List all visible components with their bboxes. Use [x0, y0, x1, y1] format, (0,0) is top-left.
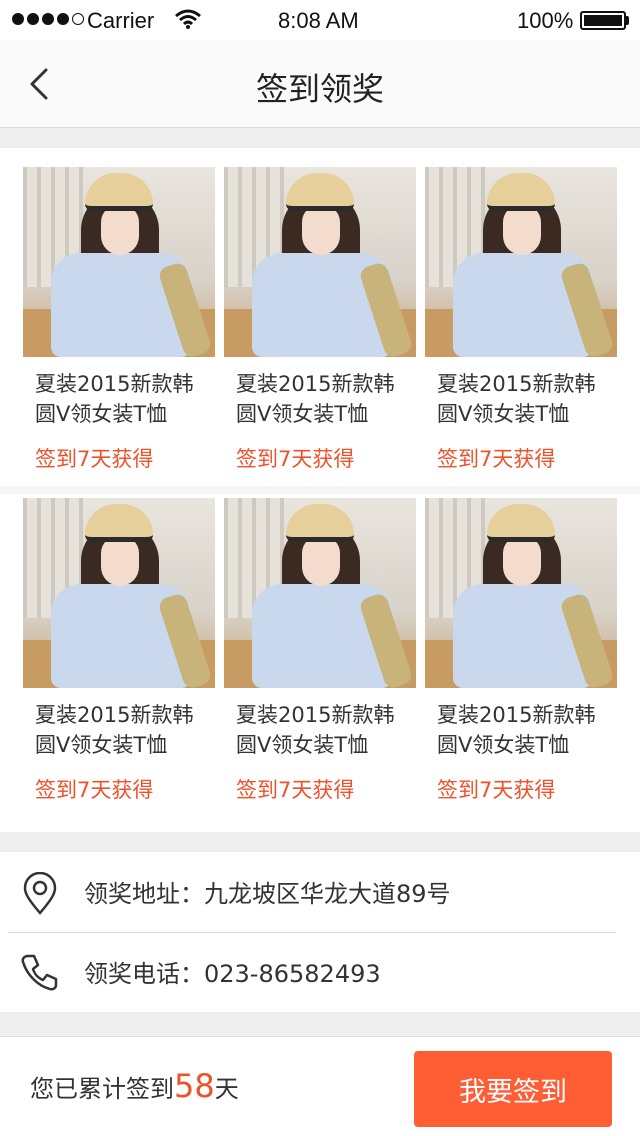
product-image[interactable]	[224, 498, 416, 688]
battery-percent: 100%	[517, 8, 574, 33]
product-image[interactable]	[425, 167, 617, 357]
signin-summary: 您已累计签到58天	[30, 1067, 239, 1105]
product-card[interactable]: 夏装2015新款韩圆V领女装T恤 签到7天获得	[23, 498, 215, 804]
product-reward: 签到7天获得	[236, 447, 355, 471]
product-reward: 签到7天获得	[35, 447, 154, 471]
battery-icon	[580, 11, 626, 30]
product-card[interactable]: 夏装2015新款韩圆V领女装T恤 签到7天获得	[425, 167, 617, 473]
nav-bar: 签到领奖	[0, 40, 640, 128]
signin-button[interactable]: 我要签到	[414, 1051, 612, 1127]
clock: 8:08 AM	[278, 8, 359, 33]
product-title: 夏装2015新款韩圆V领女装T恤	[35, 703, 194, 757]
product-title: 夏装2015新款韩圆V领女装T恤	[437, 703, 596, 757]
product-title: 夏装2015新款韩圆V领女装T恤	[236, 703, 395, 757]
battery-tip	[626, 16, 629, 25]
address-row: 领奖地址：九龙坡区华龙大道89号	[0, 852, 640, 932]
page-title: 签到领奖	[255, 70, 384, 108]
product-image[interactable]	[425, 498, 617, 688]
product-card[interactable]: 夏装2015新款韩圆V领女装T恤 签到7天获得	[224, 167, 416, 473]
signin-days-count: 58	[174, 1067, 215, 1105]
product-card[interactable]: 夏装2015新款韩圆V领女装T恤 签到7天获得	[425, 498, 617, 804]
product-title: 夏装2015新款韩圆V领女装T恤	[236, 372, 395, 426]
product-image[interactable]	[23, 498, 215, 688]
product-reward: 签到7天获得	[236, 778, 355, 802]
phone-text: 领奖电话：023-86582493	[84, 960, 381, 988]
product-reward: 签到7天获得	[437, 447, 556, 471]
row-divider	[0, 486, 640, 494]
signal-dots-icon	[12, 13, 84, 25]
product-grid: 夏装2015新款韩圆V领女装T恤 签到7天获得 夏装2015新款韩圆V领女装T恤…	[0, 148, 640, 832]
phone-icon	[20, 952, 60, 992]
bottom-bar: 您已累计签到58天 我要签到	[0, 1036, 640, 1136]
summary-prefix: 您已累计签到	[30, 1075, 174, 1103]
prize-info: 领奖地址：九龙坡区华龙大道89号 领奖电话：023-86582493	[0, 852, 640, 1012]
product-reward: 签到7天获得	[35, 778, 154, 802]
status-bar: Carrier 8:08 AM 100%	[0, 0, 640, 40]
product-title: 夏装2015新款韩圆V领女装T恤	[35, 372, 194, 426]
wifi-icon	[174, 8, 202, 36]
carrier-label: Carrier	[87, 8, 155, 33]
product-reward: 签到7天获得	[437, 778, 556, 802]
location-pin-icon	[20, 871, 60, 915]
summary-suffix: 天	[214, 1075, 239, 1103]
product-image[interactable]	[23, 167, 215, 357]
product-card[interactable]: 夏装2015新款韩圆V领女装T恤 签到7天获得	[23, 167, 215, 473]
product-image[interactable]	[224, 167, 416, 357]
phone-row[interactable]: 领奖电话：023-86582493	[0, 932, 640, 1012]
address-text: 领奖地址：九龙坡区华龙大道89号	[84, 880, 451, 908]
product-card[interactable]: 夏装2015新款韩圆V领女装T恤 签到7天获得	[224, 498, 416, 804]
product-title: 夏装2015新款韩圆V领女装T恤	[437, 372, 596, 426]
